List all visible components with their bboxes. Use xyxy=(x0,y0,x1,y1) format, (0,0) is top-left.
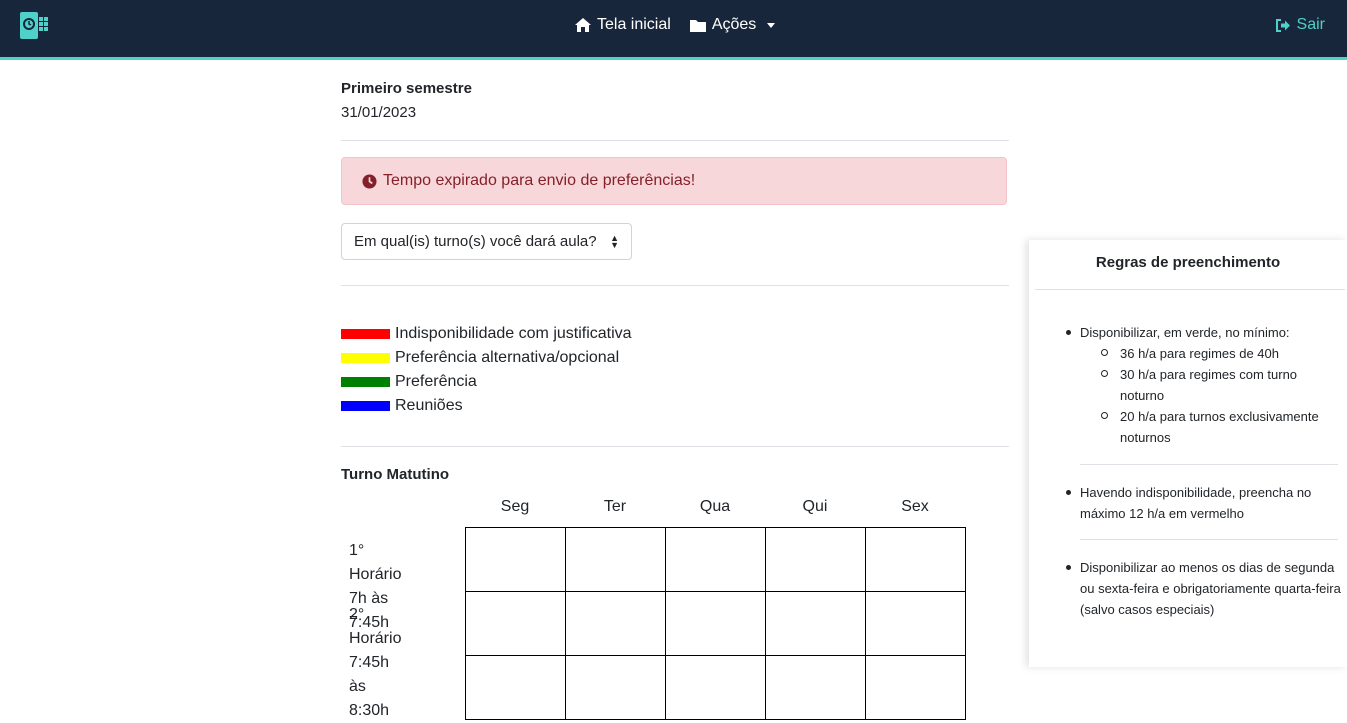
schedule-cell[interactable] xyxy=(666,656,766,720)
rules-title: Regras de preenchimento xyxy=(1095,254,1281,271)
circle-bullet-icon xyxy=(1101,349,1108,356)
rules-panel: Regras de preenchimento Disponibilizar, … xyxy=(1029,240,1347,667)
home-icon xyxy=(575,18,591,32)
divider xyxy=(1080,464,1338,465)
legend-item: Reuniões xyxy=(341,394,632,418)
legend-swatch-green xyxy=(341,377,390,387)
legend-item: Preferência alternativa/opcional xyxy=(341,346,632,370)
app-logo-icon[interactable] xyxy=(19,10,49,40)
day-headers: Seg Ter Qua Qui Sex xyxy=(465,498,965,516)
semester-date: 31/01/2023 xyxy=(341,104,417,121)
slot-time: 7:45h às 8:30h xyxy=(349,654,390,719)
schedule-cell[interactable] xyxy=(466,592,566,656)
select-arrows-icon: ▲ ▼ xyxy=(610,233,619,250)
rule-text: Havendo indisponibilidade, preencha no m… xyxy=(1080,485,1312,521)
schedule-cell[interactable] xyxy=(566,592,666,656)
rule-subitem: 30 h/a para regimes com turno noturno xyxy=(1080,364,1342,406)
shift-title: Turno Matutino xyxy=(341,466,450,483)
shift-select-value: Em qual(is) turno(s) você dará aula? xyxy=(354,233,597,250)
schedule-cell[interactable] xyxy=(766,592,866,656)
schedule-cell[interactable] xyxy=(466,528,566,592)
rule-item: Disponibilizar ao menos os dias de segun… xyxy=(1066,557,1342,620)
schedule-cell[interactable] xyxy=(566,656,666,720)
schedule-cell[interactable] xyxy=(866,656,966,720)
rule-subitem-text: 36 h/a para regimes de 40h xyxy=(1120,346,1279,361)
shift-select[interactable]: Em qual(is) turno(s) você dará aula? ▲ ▼ xyxy=(341,223,632,260)
expired-alert: Tempo expirado para envio de preferência… xyxy=(341,157,1007,205)
nav-home-link[interactable]: Tela inicial xyxy=(574,16,671,34)
divider xyxy=(1035,289,1345,290)
schedule-cell[interactable] xyxy=(866,592,966,656)
semester-title: Primeiro semestre xyxy=(341,80,472,97)
circle-bullet-icon xyxy=(1101,412,1108,419)
schedule-cell[interactable] xyxy=(766,656,866,720)
schedule-cell[interactable] xyxy=(866,528,966,592)
alert-text: Tempo expirado para envio de preferência… xyxy=(383,172,696,189)
divider xyxy=(1080,539,1338,540)
rule-text: Disponibilizar, em verde, no mínimo: xyxy=(1080,325,1290,340)
rule-subitem: 20 h/a para turnos exclusivamente noturn… xyxy=(1080,406,1342,448)
slot-name: 1° Horário xyxy=(349,542,402,583)
schedule-cell[interactable] xyxy=(766,528,866,592)
slot-name: 2° Horário xyxy=(349,606,402,647)
circle-bullet-icon xyxy=(1101,370,1108,377)
legend-swatch-blue xyxy=(341,401,390,411)
rule-item: Havendo indisponibilidade, preencha no m… xyxy=(1066,482,1342,524)
sign-out-icon xyxy=(1275,18,1290,32)
legend-swatch-yellow xyxy=(341,353,390,363)
divider xyxy=(341,140,1009,141)
legend-label: Indisponibilidade com justificativa xyxy=(395,325,632,342)
bullet-icon xyxy=(1066,330,1071,335)
schedule-row xyxy=(466,528,966,592)
bullet-icon xyxy=(1066,490,1071,495)
logout-label: Sair xyxy=(1296,16,1325,33)
bullet-icon xyxy=(1066,565,1071,570)
clock-icon xyxy=(362,173,377,189)
color-legend: Indisponibilidade com justificativa Pref… xyxy=(341,322,632,418)
schedule-row xyxy=(466,592,966,656)
schedule-cell[interactable] xyxy=(666,592,766,656)
schedule-cell[interactable] xyxy=(666,528,766,592)
schedule-row xyxy=(466,656,966,720)
chevron-down-icon xyxy=(767,22,776,28)
day-header: Qua xyxy=(699,498,731,515)
divider xyxy=(341,285,1009,286)
day-header: Sex xyxy=(901,498,929,515)
legend-label: Preferência alternativa/opcional xyxy=(395,349,620,366)
rule-subitem-text: 30 h/a para regimes com turno noturno xyxy=(1120,367,1298,403)
day-header: Seg xyxy=(500,498,530,515)
folder-icon xyxy=(689,19,706,32)
schedule-cell[interactable] xyxy=(466,656,566,720)
rule-item: Disponibilizar, em verde, no mínimo: 36 … xyxy=(1066,322,1342,448)
legend-label: Reuniões xyxy=(395,397,463,414)
rule-text: Disponibilizar ao menos os dias de segun… xyxy=(1080,560,1341,617)
schedule-cell[interactable] xyxy=(566,528,666,592)
legend-label: Preferência xyxy=(395,373,477,390)
schedule-grid xyxy=(465,527,966,720)
legend-item: Indisponibilidade com justificativa xyxy=(341,322,632,346)
day-header: Qui xyxy=(802,498,828,515)
divider xyxy=(341,446,1009,447)
nav-menu: Tela inicial Ações xyxy=(574,16,776,34)
nav-actions-dropdown[interactable]: Ações xyxy=(689,16,776,34)
nav-actions-label: Ações xyxy=(711,16,757,33)
logout-link[interactable]: Sair xyxy=(1275,16,1325,34)
rule-subitem-text: 20 h/a para turnos exclusivamente noturn… xyxy=(1120,409,1319,445)
legend-item: Preferência xyxy=(341,370,632,394)
nav-home-label: Tela inicial xyxy=(597,16,671,33)
top-navbar: Tela inicial Ações Sair xyxy=(0,0,1347,60)
legend-swatch-red xyxy=(341,329,390,339)
day-header: Ter xyxy=(603,498,627,515)
rule-subitem: 36 h/a para regimes de 40h xyxy=(1080,343,1342,364)
